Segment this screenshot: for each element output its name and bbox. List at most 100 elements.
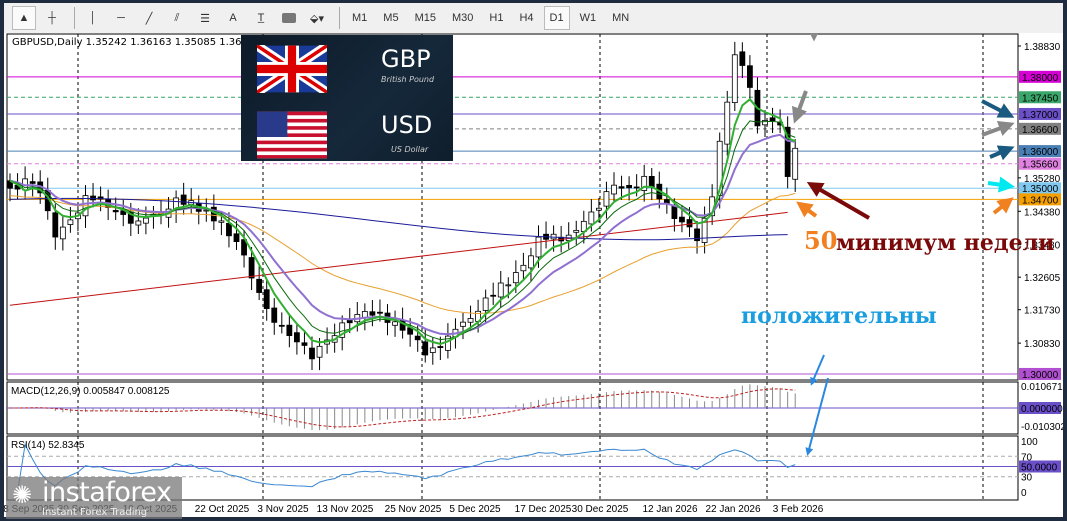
macd-axis-label: 0.010671 xyxy=(1021,382,1063,393)
candle-body xyxy=(671,205,678,219)
candle-body xyxy=(520,264,527,272)
candle-body xyxy=(724,101,731,145)
level-price-label: 1.37000 xyxy=(1022,110,1059,121)
vertical-line-tool-button[interactable]: │ xyxy=(81,6,105,30)
candle-body xyxy=(256,278,263,293)
trendline-tool-button[interactable]: ╱ xyxy=(137,6,161,30)
candle-body xyxy=(497,282,504,298)
text-tool-button[interactable]: A xyxy=(221,6,245,30)
chart-canvas[interactable]: 1.38000 1.37450 1.37000 1.36600 1.36000 1.356… xyxy=(4,33,1063,517)
instaforex-watermark: ✺ instaforex Instant Forex Trading xyxy=(6,477,182,519)
timeframe-m5-button[interactable]: M5 xyxy=(377,6,404,30)
candle-body xyxy=(626,185,632,189)
macd-axis-label: 0.000000 xyxy=(1021,404,1063,415)
annotation-50: 50 xyxy=(804,226,838,255)
annotation-positive: положительны xyxy=(741,303,937,329)
candle-body xyxy=(59,226,66,240)
candle-body xyxy=(686,219,693,228)
level-price-label: 1.37450 xyxy=(1022,93,1059,104)
toolbar-separator xyxy=(74,7,75,29)
level-price-label: 1.38000 xyxy=(1022,73,1059,84)
price-axis-label: 1.30830 xyxy=(1024,339,1061,350)
price-axis-label: 1.32605 xyxy=(1024,273,1061,284)
candle-body xyxy=(233,233,240,242)
candle-body xyxy=(309,347,315,360)
cursor-tool-button[interactable]: ▲ xyxy=(12,6,36,30)
toolbar: ▲ ┼ │ ─ ╱ ⫽ ☰ A T̲ ⬙▾ M1 M5 M15 M30 H1 H4 D1 W1… xyxy=(4,3,1063,33)
shapes-dropdown-button[interactable]: ⬙▾ xyxy=(305,6,329,30)
candle-body xyxy=(218,220,225,223)
price-axis-label: 1.31730 xyxy=(1024,306,1061,317)
candle-body xyxy=(437,346,444,348)
candle-body xyxy=(739,51,746,66)
candle-body xyxy=(142,217,149,224)
candle-body xyxy=(422,341,429,356)
annotation-arrow xyxy=(796,201,818,218)
date-axis-label: 22 Oct 2025 xyxy=(195,504,250,515)
candle-body xyxy=(633,186,640,189)
candle-body xyxy=(490,294,497,297)
candle-body xyxy=(377,311,383,314)
quote-currency: USD xyxy=(381,111,433,139)
candle-body xyxy=(271,307,278,323)
label-tool-button[interactable]: T̲ xyxy=(249,6,273,30)
candle-body xyxy=(663,199,670,204)
quote-currency-name: US Dollar xyxy=(391,145,429,154)
annotation-arrow xyxy=(987,176,1015,193)
annotation-weekly-low: минимум недели xyxy=(836,230,1055,256)
timeframe-w1-button[interactable]: W1 xyxy=(574,6,603,30)
candle-body xyxy=(135,220,142,226)
level-price-label: 1.34700 xyxy=(1022,195,1059,206)
annotation-arrow xyxy=(981,99,1015,118)
rsi-title: RSI(14) 52.8345 xyxy=(11,440,85,451)
candle-body xyxy=(263,289,270,309)
candle-body xyxy=(346,319,353,324)
macd-axis-label: -0.010302 xyxy=(1021,422,1063,433)
candle-body xyxy=(731,54,738,104)
annotation-arrow xyxy=(989,145,1015,161)
crosshair-tool-button[interactable]: ┼ xyxy=(40,6,64,30)
fib-fan-tool-button[interactable]: ☰ xyxy=(193,6,217,30)
macd-title: MACD(12,26,9) 0.005847 0.008125 xyxy=(11,386,170,397)
level-price-label: 1.36600 xyxy=(1022,125,1059,136)
candle-body xyxy=(90,195,96,201)
candle-body xyxy=(429,347,436,353)
candle-body xyxy=(769,117,776,122)
chart-title: GBPUSD,Daily 1.35242 1.36163 1.35085 1.3… xyxy=(12,37,261,48)
timeframe-h1-button[interactable]: H1 xyxy=(483,6,509,30)
rsi-axis-label: 30 xyxy=(1021,473,1033,484)
candle-body xyxy=(226,222,232,237)
candle-body xyxy=(293,332,300,343)
timeframe-m15-button[interactable]: M15 xyxy=(409,6,442,30)
fibonacci-tool-button[interactable]: ⫽ xyxy=(165,6,189,30)
chart-window[interactable]: 1.38000 1.37450 1.37000 1.36600 1.36000 1.356… xyxy=(4,33,1063,519)
timeframe-mn-button[interactable]: MN xyxy=(606,6,635,30)
timeframe-m1-button[interactable]: M1 xyxy=(346,6,373,30)
timeframe-d1-button[interactable]: D1 xyxy=(543,6,570,30)
candle-body xyxy=(550,233,557,240)
gbpusd-banner-image: GBP British Pound USD US Dollar xyxy=(241,35,453,161)
candle-body xyxy=(203,209,210,212)
ma-purple-line xyxy=(9,133,796,336)
level-price-label: 1.36000 xyxy=(1022,147,1059,158)
timeframe-m30-button[interactable]: M30 xyxy=(446,6,479,30)
candle-body xyxy=(596,207,602,211)
candle-body xyxy=(618,186,625,189)
candle-body xyxy=(573,229,580,233)
rectangle-tool-button[interactable] xyxy=(277,6,301,30)
candle-body xyxy=(278,324,285,327)
date-axis-label: 3 Feb 2026 xyxy=(773,504,824,515)
toolbar-separator xyxy=(339,7,340,29)
price-axis-label: 1.38830 xyxy=(1024,42,1061,53)
candle-body xyxy=(29,181,36,184)
date-axis-label: 13 Nov 2025 xyxy=(317,504,374,515)
candle-body xyxy=(482,297,489,311)
watermark-tagline: Instant Forex Trading xyxy=(42,507,148,518)
ma-red-line xyxy=(9,211,788,306)
horizontal-line-tool-button[interactable]: ─ xyxy=(109,6,133,30)
date-axis-label: 12 Jan 2026 xyxy=(642,504,697,515)
candle-body xyxy=(467,318,474,323)
date-axis-label: 3 Nov 2025 xyxy=(257,504,309,515)
timeframe-h4-button[interactable]: H4 xyxy=(513,6,539,30)
candle-body xyxy=(414,335,421,341)
